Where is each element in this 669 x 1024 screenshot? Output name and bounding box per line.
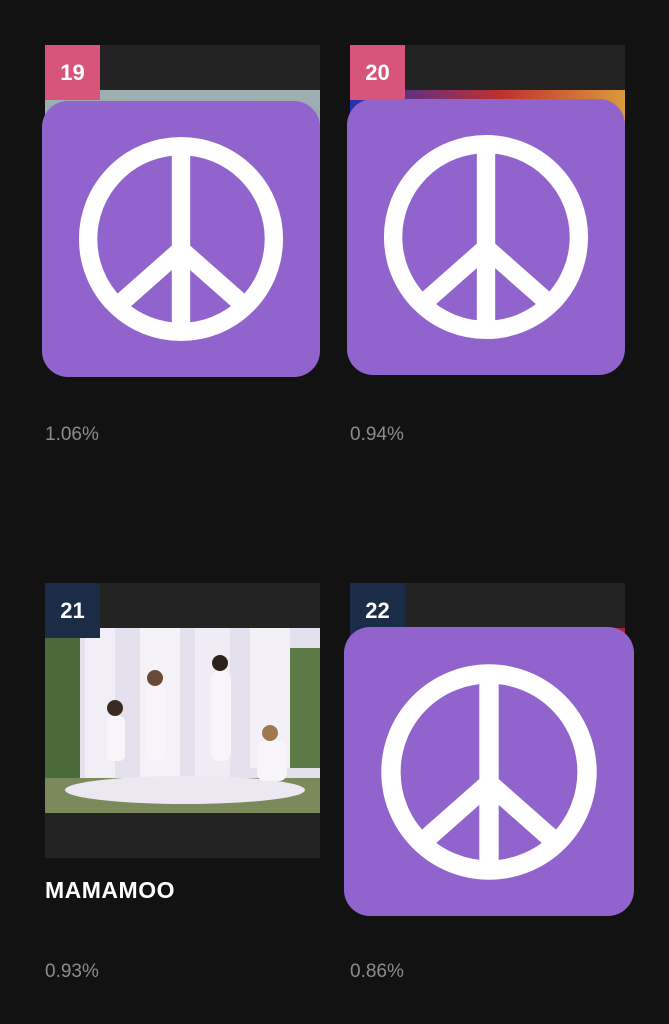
peace-symbol-icon: [347, 99, 625, 375]
artist-name: MAMAMOO: [45, 877, 175, 903]
vote-percentage: 0.86%: [350, 961, 404, 982]
peace-symbol-icon: [344, 627, 634, 916]
ranking-card-21[interactable]: 21: [45, 583, 320, 858]
rank-badge: 21: [45, 583, 100, 638]
peace-symbol-icon: [42, 101, 320, 377]
rank-badge: 19: [45, 45, 100, 100]
vote-percentage: 0.93%: [45, 961, 99, 982]
artist-photo: [45, 628, 320, 813]
vote-percentage: 1.06%: [45, 424, 99, 445]
vote-percentage: 0.94%: [350, 424, 404, 445]
rank-badge: 20: [350, 45, 405, 100]
